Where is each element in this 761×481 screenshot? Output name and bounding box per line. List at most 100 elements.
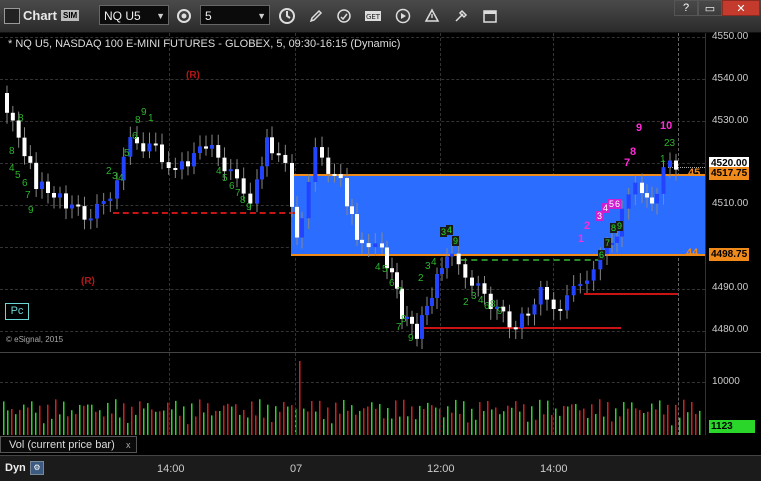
candle-body [558, 308, 563, 311]
setup-count: 4 [375, 262, 381, 273]
zone-top-tag: 4517.75 [709, 167, 750, 180]
volume-axis[interactable]: 10000 1123 [705, 352, 761, 435]
price-tick: 4490.00 [712, 282, 749, 293]
volume-bar [659, 400, 661, 435]
pc-button[interactable]: Pc [5, 303, 29, 320]
volume-bar [115, 399, 117, 435]
volume-bar [535, 419, 537, 435]
candle-body [88, 218, 93, 221]
candle-body [320, 147, 324, 158]
candle-body [235, 169, 239, 179]
volume-bar [79, 404, 81, 435]
setup-count: 9 [497, 306, 503, 317]
time-tick: 12:00 [427, 463, 455, 475]
volume-bar [679, 417, 681, 435]
volume-bar [119, 417, 121, 435]
setup-count: 6 [484, 301, 490, 312]
volume-bar [403, 399, 405, 435]
play-icon[interactable] [392, 5, 414, 27]
candle-body [476, 283, 481, 286]
lock-icon[interactable]: ⚙ [30, 461, 44, 475]
candle-body [141, 143, 146, 152]
price-axis[interactable]: 4550.00 4540.00 4530.00 4510.00 4490.00 … [705, 31, 761, 351]
volume-bar [435, 407, 437, 435]
calendar-icon[interactable] [479, 5, 501, 27]
chevron-down-icon: ▼ [156, 11, 165, 21]
candle-body [482, 283, 487, 294]
alert-icon[interactable] [421, 5, 443, 27]
time-axis[interactable]: Dyn ⚙ 14:00 07 12:00 14:00 [0, 455, 761, 481]
candle-body [373, 243, 378, 248]
setup-count: 9 [141, 107, 147, 118]
volume-bar [607, 402, 609, 435]
setup-count: 4 [478, 295, 484, 306]
volume-bar [91, 404, 93, 435]
help-icon[interactable]: ? [674, 0, 698, 16]
restore-icon[interactable]: ▭ [698, 0, 722, 16]
volume-bar [127, 422, 129, 435]
get-icon[interactable]: GET [362, 5, 384, 27]
volume-bar [35, 412, 37, 435]
candle-body [456, 253, 461, 265]
last-volume-tag: 1123 [709, 420, 755, 433]
setup-count: 4 [446, 225, 454, 235]
dyn-label[interactable]: Dyn [5, 462, 26, 474]
clock-icon[interactable] [276, 5, 298, 27]
candle-body [633, 182, 638, 195]
candle-body [222, 157, 227, 172]
price-tick: 4530.00 [712, 115, 749, 126]
grid-line [678, 353, 679, 435]
setup-count: 4 [118, 173, 124, 184]
pencil-icon[interactable] [305, 5, 327, 27]
volume-bar [491, 409, 493, 435]
setup-count: 6 [22, 178, 28, 189]
setup-count: 3 [471, 291, 477, 302]
candle-body [306, 181, 311, 219]
volume-bar [203, 412, 205, 435]
volume-bar [123, 403, 125, 435]
tools-icon[interactable] [450, 5, 472, 27]
setup-count: 6 [598, 250, 606, 260]
setup-count: 9 [246, 202, 252, 213]
volume-bar [407, 416, 409, 435]
volume-bar [675, 404, 677, 435]
volume-pane[interactable] [0, 352, 705, 435]
volume-bar [139, 401, 141, 435]
volume-bar [427, 402, 429, 435]
candle-body [380, 243, 384, 248]
volume-bar [283, 401, 285, 435]
volume-bar [555, 408, 557, 435]
volume-bar [371, 402, 373, 435]
price-tick: 4510.00 [712, 198, 749, 209]
interval-combo[interactable]: 5 ▼ [200, 5, 270, 25]
volume-bar [503, 411, 505, 435]
volume-bar [23, 404, 25, 435]
volume-study-label[interactable]: Vol (current price bar) [0, 436, 137, 453]
volume-bar [215, 410, 217, 435]
setup-count: 6 [614, 199, 622, 209]
setup-count: 1 [148, 113, 154, 124]
r-label: (R) [186, 70, 200, 81]
symbol-combo[interactable]: NQ U5 ▼ [99, 5, 169, 25]
candle-body [241, 178, 246, 194]
settings-gear-icon[interactable] [173, 5, 195, 27]
refresh-icon[interactable] [333, 5, 355, 27]
close-icon[interactable]: x [126, 440, 131, 450]
setup-count: 3 [112, 171, 118, 182]
grid-line [440, 353, 441, 435]
close-icon[interactable]: ✕ [722, 0, 760, 16]
volume-bar [419, 405, 421, 435]
time-tick: 14:00 [157, 463, 185, 475]
volume-bar [327, 407, 329, 435]
candle-body [520, 313, 524, 329]
candle-body [216, 145, 221, 158]
volume-bar [195, 416, 197, 435]
price-pane[interactable]: * NQ U5, NASDAQ 100 E-MINI FUTURES - GLO… [0, 33, 705, 351]
volume-bar [3, 401, 5, 435]
setup-count: 9 [616, 221, 624, 231]
volume-bar [507, 405, 509, 435]
volume-bar [71, 410, 73, 435]
volume-bar [87, 404, 89, 435]
volume-bar [695, 414, 697, 435]
volume-bar [43, 423, 45, 435]
